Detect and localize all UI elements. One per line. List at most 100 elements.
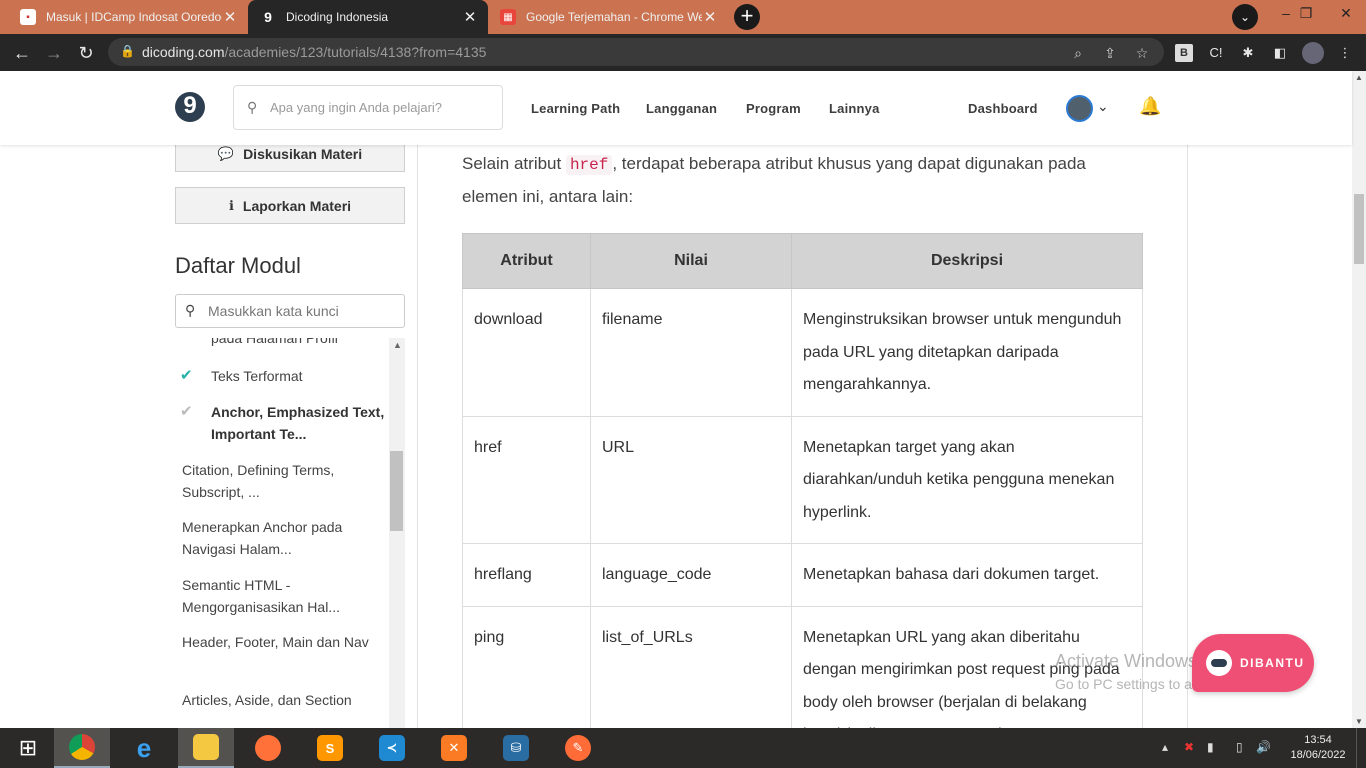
site-header: 9 ⚲ Apa yang ingin Anda pelajari? Learni…	[0, 71, 1352, 145]
list-item[interactable]: Menerapkan Anchor pada Navigasi Halam...	[175, 516, 385, 560]
back-arrow-icon[interactable]: ←	[9, 40, 35, 66]
list-item[interactable]: Semantic HTML - Mengorganisasikan Hal...	[175, 574, 385, 618]
table-cell: download	[462, 288, 591, 417]
volume-icon[interactable]: 🔊	[1256, 740, 1271, 754]
network-disconnected-icon[interactable]: ✖	[1184, 740, 1194, 754]
module-search-input[interactable]: ⚲ Masukkan kata kunci	[175, 294, 405, 328]
column-header: Nilai	[590, 233, 792, 289]
xampp-icon: ✕	[441, 735, 467, 761]
chevron-down-icon[interactable]: ⌄	[1097, 98, 1109, 115]
browser-tab-strip: ▪ Masuk | IDCamp Indosat Ooredoo ✕ 9 Dic…	[0, 0, 1366, 34]
nav-dashboard[interactable]: Dashboard	[968, 101, 1038, 116]
module-list-scrollbar[interactable]: ▲	[389, 338, 405, 728]
restore-button[interactable]: ❐	[1286, 0, 1326, 34]
taskbar-sublime[interactable]: S	[302, 728, 358, 768]
taskbar-vscode[interactable]: ≺	[364, 728, 420, 768]
new-tab-button[interactable]: +	[734, 4, 760, 30]
nav-program[interactable]: Program	[746, 101, 801, 116]
table-cell: language_code	[590, 543, 792, 607]
nav-learning-path[interactable]: Learning Path	[531, 101, 620, 116]
url-host: dicoding.com	[142, 44, 225, 60]
list-item[interactable]: Articles, Aside, dan Section	[175, 689, 385, 711]
taskbar-xampp[interactable]: ✕	[426, 728, 482, 768]
module-list: pada Halaman Profil ✔ Teks Terformat ✔ A…	[175, 338, 405, 728]
taskbar-file-explorer[interactable]	[178, 728, 234, 768]
bookmark-star-icon[interactable]: ☆	[1132, 43, 1152, 63]
browser-tab-idcamp[interactable]: ▪ Masuk | IDCamp Indosat Ooredoo ✕	[8, 0, 248, 34]
bell-icon[interactable]: 🔔	[1139, 96, 1161, 117]
tab-search-button[interactable]: ⌄	[1232, 4, 1258, 30]
tray-chevron-up-icon[interactable]: ▴	[1162, 740, 1168, 754]
menu-dots-icon[interactable]: ⋮	[1336, 44, 1354, 62]
checkmark-icon: ✔	[180, 367, 193, 384]
intro-paragraph: Selain atribut href, terdapat beberapa a…	[462, 148, 1142, 213]
postman-icon: ✎	[565, 735, 591, 761]
module-item-label: Menerapkan Anchor pada Navigasi Halam...	[182, 519, 343, 557]
user-avatar[interactable]	[1066, 95, 1093, 122]
extension-c-icon[interactable]: C!	[1207, 44, 1225, 62]
taskbar-mysql-workbench[interactable]: ⛁	[488, 728, 544, 768]
close-tab-icon[interactable]: ✕	[222, 8, 238, 26]
taskbar-clock[interactable]: 13:54 18/06/2022	[1283, 733, 1353, 763]
taskbar-chrome[interactable]	[54, 728, 110, 768]
taskbar-internet-explorer[interactable]: e	[116, 728, 172, 768]
table-cell: URL	[590, 415, 792, 544]
page-scrollbar[interactable]: ▲ ▼	[1352, 71, 1366, 728]
dicoding-logo[interactable]: 9	[175, 92, 205, 122]
nav-langganan[interactable]: Langganan	[646, 101, 717, 116]
forward-arrow-icon[interactable]: →	[41, 40, 67, 66]
mysql-workbench-icon: ⛁	[503, 735, 529, 761]
list-item[interactable]: Header, Footer, Main dan Nav	[175, 631, 385, 653]
puzzle-extensions-icon[interactable]: ✱	[1239, 44, 1257, 62]
address-bar[interactable]: 🔒 dicoding.com/academies/123/tutorials/4…	[108, 38, 1164, 66]
close-window-button[interactable]: ✕	[1326, 0, 1366, 34]
discuss-label: Diskusikan Materi	[243, 145, 363, 162]
checkmark-icon: ✔	[180, 403, 193, 420]
list-item[interactable]: ✔ Anchor, Emphasized Text, Important Te.…	[175, 401, 385, 445]
browser-tab-dicoding[interactable]: 9 Dicoding Indonesia ✕	[248, 0, 488, 34]
share-icon[interactable]: ⇪	[1100, 43, 1120, 63]
inline-code-href: href	[565, 155, 613, 175]
dicoding-favicon-icon: 9	[264, 9, 272, 25]
intro-text: Selain atribut	[462, 154, 566, 173]
lock-icon: 🔒	[120, 44, 135, 58]
battery-icon[interactable]: ▯	[1236, 740, 1243, 754]
extension-b-icon[interactable]: B	[1175, 44, 1193, 62]
table-cell: list_of_URLs	[590, 605, 792, 728]
module-item-label: Semantic HTML - Mengorganisasikan Hal...	[182, 577, 340, 615]
help-chat-button[interactable]: DIBANTU	[1192, 634, 1314, 692]
table-cell: ping	[462, 605, 591, 728]
show-desktop-button[interactable]	[1356, 728, 1366, 768]
table-cell: Menetapkan bahasa dari dokumen target.	[791, 543, 1143, 607]
chat-bubble-icon: 💬	[217, 145, 235, 161]
list-item[interactable]: Citation, Defining Terms, Subscript, ...	[175, 459, 385, 503]
list-item[interactable]: ✔ Teks Terformat	[175, 365, 385, 387]
search-icon: ⚲	[185, 302, 196, 318]
taskbar-firefox[interactable]	[240, 728, 296, 768]
scrollbar-thumb[interactable]	[390, 451, 403, 531]
tab-title: Masuk | IDCamp Indosat Ooredoo	[46, 10, 222, 24]
table-cell: Menetapkan target yang akan diarahkan/un…	[791, 415, 1143, 544]
list-item[interactable]: pada Halaman Profil	[175, 338, 385, 349]
windows-start-button[interactable]: ⊞	[0, 728, 56, 768]
browser-toolbar: ← → ↻ 🔒 dicoding.com/academies/123/tutor…	[0, 34, 1366, 71]
scroll-down-arrow-icon[interactable]: ▼	[1355, 717, 1363, 726]
table-cell: filename	[590, 288, 792, 417]
wifi-signal-icon[interactable]: ▮	[1207, 740, 1214, 754]
browser-tab-translate[interactable]: ▦ Google Terjemahan - Chrome Web Store ✕	[488, 0, 728, 34]
scroll-up-arrow-icon[interactable]: ▲	[393, 340, 402, 350]
scrollbar-thumb[interactable]	[1354, 194, 1364, 264]
reload-icon[interactable]: ↻	[73, 40, 99, 66]
scroll-up-arrow-icon[interactable]: ▲	[1355, 73, 1363, 82]
site-search-input[interactable]: ⚲ Apa yang ingin Anda pelajari?	[233, 85, 503, 130]
report-material-button[interactable]: ℹ Laporkan Materi	[175, 187, 405, 224]
side-panel-icon[interactable]: ◧	[1271, 44, 1289, 62]
taskbar-postman[interactable]: ✎	[550, 728, 606, 768]
module-item-label: Anchor, Emphasized Text, Important Te...	[211, 404, 385, 442]
module-item-label: Articles, Aside, dan Section	[182, 692, 352, 708]
profile-avatar-icon[interactable]	[1302, 42, 1324, 64]
close-tab-icon[interactable]: ✕	[462, 8, 478, 26]
zoom-search-icon[interactable]: ⌕	[1068, 43, 1088, 63]
nav-lainnya[interactable]: Lainnya	[829, 101, 880, 116]
close-tab-icon[interactable]: ✕	[702, 8, 718, 26]
